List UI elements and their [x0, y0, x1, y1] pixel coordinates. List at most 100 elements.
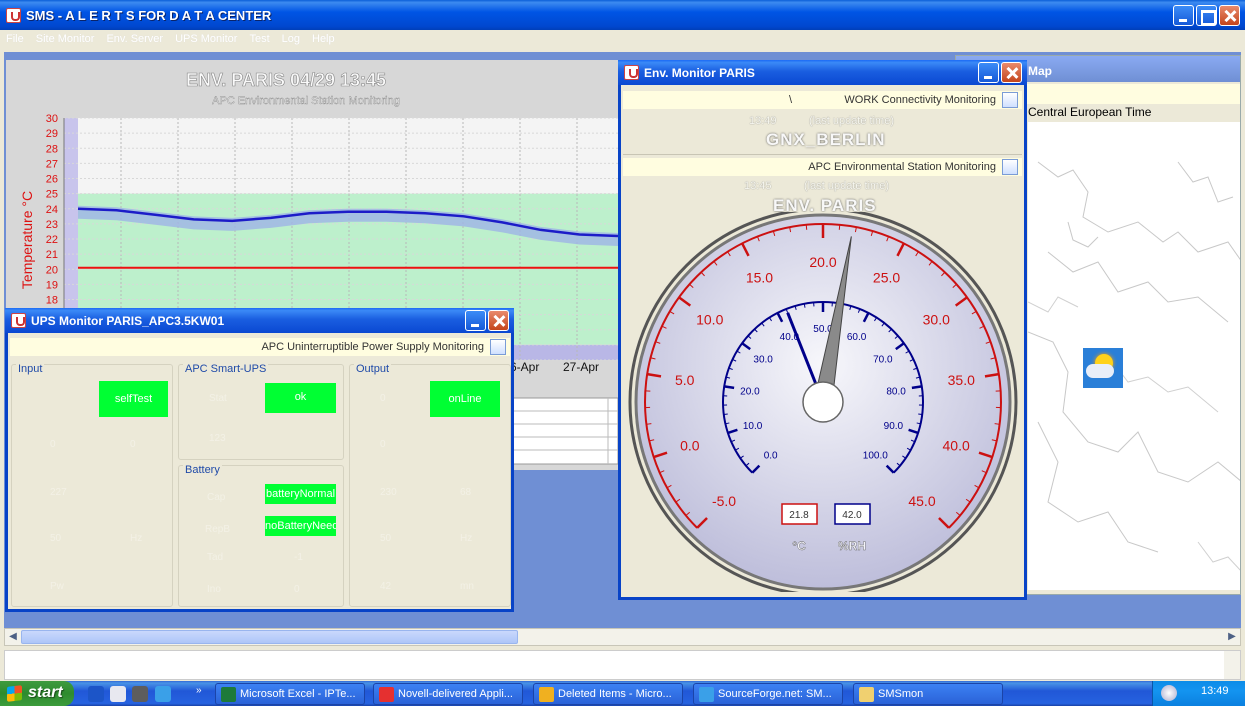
network-tray-icon[interactable]	[1161, 685, 1177, 701]
excel-icon	[221, 687, 236, 702]
battery-group: Battery Cap RepB Tad Ino batteryNormal n…	[178, 464, 344, 607]
output-v3: 230	[380, 487, 397, 498]
chart-title: ENV. PARIS 04/29 13:45	[186, 70, 386, 90]
scroll-left-icon[interactable]: ◀	[6, 630, 20, 644]
log-area[interactable]	[4, 650, 1241, 680]
scroll-thumb[interactable]	[21, 630, 518, 644]
ups-monitor-window: UPS Monitor PARIS_APC3.5KW01 APC Uninter…	[5, 308, 514, 612]
temperature-tick	[646, 423, 652, 425]
env-gauge: -5.0 0.0 5.0 10.0 15.0 20.0 25.0 30.0 35.0 40.0 45…	[628, 212, 1018, 592]
output-v1: 0	[380, 393, 386, 404]
humidity-scale-label: 20.0	[740, 386, 760, 397]
ie-quicklaunch-icon[interactable]	[155, 686, 171, 702]
battery-label-3: Tad	[207, 552, 224, 563]
temperature-tick	[994, 423, 1000, 425]
main-window-title: SMS - A L E R T S FOR D A T A CENTER	[26, 8, 272, 23]
log-vertical-scrollbar[interactable]	[1224, 651, 1240, 679]
task-label: Novell-delivered Appli...	[398, 688, 513, 700]
task-outlook[interactable]: Deleted Items - Micro...	[533, 683, 683, 705]
env-minimize-button[interactable]	[978, 62, 999, 83]
menu-bar: File Site Monitor Env. Server UPS Monitor Te…	[0, 30, 1245, 50]
scroll-right-icon[interactable]: ▶	[1225, 630, 1239, 644]
last-update-label-1: (last update time)	[809, 115, 894, 127]
temperature-scale-label: 20.0	[809, 254, 836, 270]
ups-minimize-button[interactable]	[465, 310, 486, 331]
humidity-scale-label: 70.0	[873, 355, 893, 366]
humidity-scale-label: 30.0	[753, 355, 773, 366]
ups-close-button[interactable]	[488, 310, 509, 331]
minimize-button[interactable]	[1173, 5, 1194, 26]
smart-ups-group-title: APC Smart-UPS	[183, 363, 269, 375]
menu-item-2[interactable]: Env. Server	[100, 30, 169, 45]
y-tick-label: 21	[46, 249, 58, 261]
temperature-scale-label: -5.0	[712, 493, 736, 509]
task-smsmon[interactable]: SMSmon	[853, 683, 1003, 705]
humidity-tick	[724, 385, 735, 390]
output-v4: 50	[380, 533, 392, 544]
env-title-bar[interactable]: Env. Monitor PARIS	[618, 60, 1027, 85]
task-novell[interactable]: Novell-delivered Appli...	[373, 683, 523, 705]
map-outline	[1028, 161, 1240, 571]
task-label: Deleted Items - Micro...	[558, 688, 672, 700]
menu-item-1[interactable]: Site Monitor	[30, 30, 101, 45]
y-tick-label: 19	[46, 279, 58, 291]
humidity-readout: 42.0	[842, 510, 862, 521]
maximize-button[interactable]	[1196, 5, 1217, 26]
temperature-scale-label: 15.0	[746, 269, 773, 285]
outlook-quicklaunch-icon[interactable]	[110, 686, 126, 702]
ie-icon	[699, 687, 714, 702]
temperature-scale-label: 40.0	[943, 437, 970, 453]
menu-item-0[interactable]: File	[0, 30, 30, 45]
chevron-right-icon[interactable]: »	[196, 685, 202, 696]
ups-title-bar[interactable]: UPS Monitor PARIS_APC3.5KW01	[5, 308, 514, 333]
data-table	[509, 397, 618, 465]
y-tick-label: 29	[46, 128, 58, 140]
chart-subtitle: APC Environmental Station Monitoring	[212, 95, 400, 107]
smart-ups-group: APC Smart-UPS Stat 123 ok	[178, 363, 344, 460]
input-v1: 0	[50, 439, 56, 450]
info-icon[interactable]	[1002, 92, 1018, 108]
y-tick-label: 23	[46, 219, 58, 231]
messenger-quicklaunch-icon[interactable]	[132, 686, 148, 702]
humidity-scale-label: 80.0	[886, 386, 906, 397]
taskbar: start » Microsoft Excel - IPTe... Novell…	[0, 681, 1245, 706]
task-label: Microsoft Excel - IPTe...	[240, 688, 356, 700]
battery-label-1: Cap	[207, 492, 226, 503]
europe-map[interactable]	[1028, 122, 1240, 590]
input-status-box: selfTest	[99, 381, 168, 417]
y-tick-label: 18	[46, 295, 58, 307]
humidity-scale-label: 10.0	[743, 421, 763, 432]
last-update-time-1: 13:49	[749, 115, 777, 127]
y-tick-label: 22	[46, 234, 58, 246]
menu-item-5[interactable]: Log	[276, 30, 306, 45]
menu-item-3[interactable]: UPS Monitor	[169, 30, 243, 45]
output-group-title: Output	[354, 363, 392, 375]
env-close-button[interactable]	[1001, 62, 1022, 83]
menu-item-4[interactable]: Test	[243, 30, 275, 45]
clock[interactable]: 13:49	[1201, 685, 1229, 697]
menu-item-6[interactable]: Help	[306, 30, 341, 45]
horizontal-scrollbar[interactable]: ◀ ▶	[4, 628, 1241, 646]
timezone-label: Central European Time	[1028, 105, 1152, 119]
connectivity-prefix: \	[789, 94, 793, 106]
close-button[interactable]	[1219, 5, 1240, 26]
y-tick-label: 24	[46, 204, 58, 216]
main-title-bar[interactable]: SMS - A L E R T S FOR D A T A CENTER	[0, 0, 1245, 30]
main-window: SMS - A L E R T S FOR D A T A CENTER Fil…	[0, 0, 1245, 681]
task-sourceforge[interactable]: SourceForge.net: SM...	[693, 683, 843, 705]
ups-header-strip: APC Uninterruptible Power Supply Monitor…	[10, 338, 510, 356]
show-desktop-icon[interactable]	[88, 686, 104, 702]
info-icon[interactable]	[490, 339, 506, 355]
battery-status-box: batteryNormal	[265, 484, 336, 504]
task-excel[interactable]: Microsoft Excel - IPTe...	[215, 683, 365, 705]
last-update-label-2: (last update time)	[804, 180, 889, 192]
y-tick-label: 27	[46, 158, 58, 170]
temperature-scale-label: 0.0	[680, 437, 700, 453]
weather-sun-icon[interactable]	[1083, 348, 1123, 388]
start-button[interactable]: start	[0, 681, 74, 706]
x-tick-label: 27-Apr	[563, 360, 599, 374]
battery-label-2: RepB	[205, 524, 231, 535]
ups-header-text: APC Uninterruptible Power Supply Monitor…	[261, 341, 484, 353]
connectivity-strip: \ WORK Connectivity Monitoring	[623, 91, 1022, 109]
info-icon[interactable]	[1002, 159, 1018, 175]
